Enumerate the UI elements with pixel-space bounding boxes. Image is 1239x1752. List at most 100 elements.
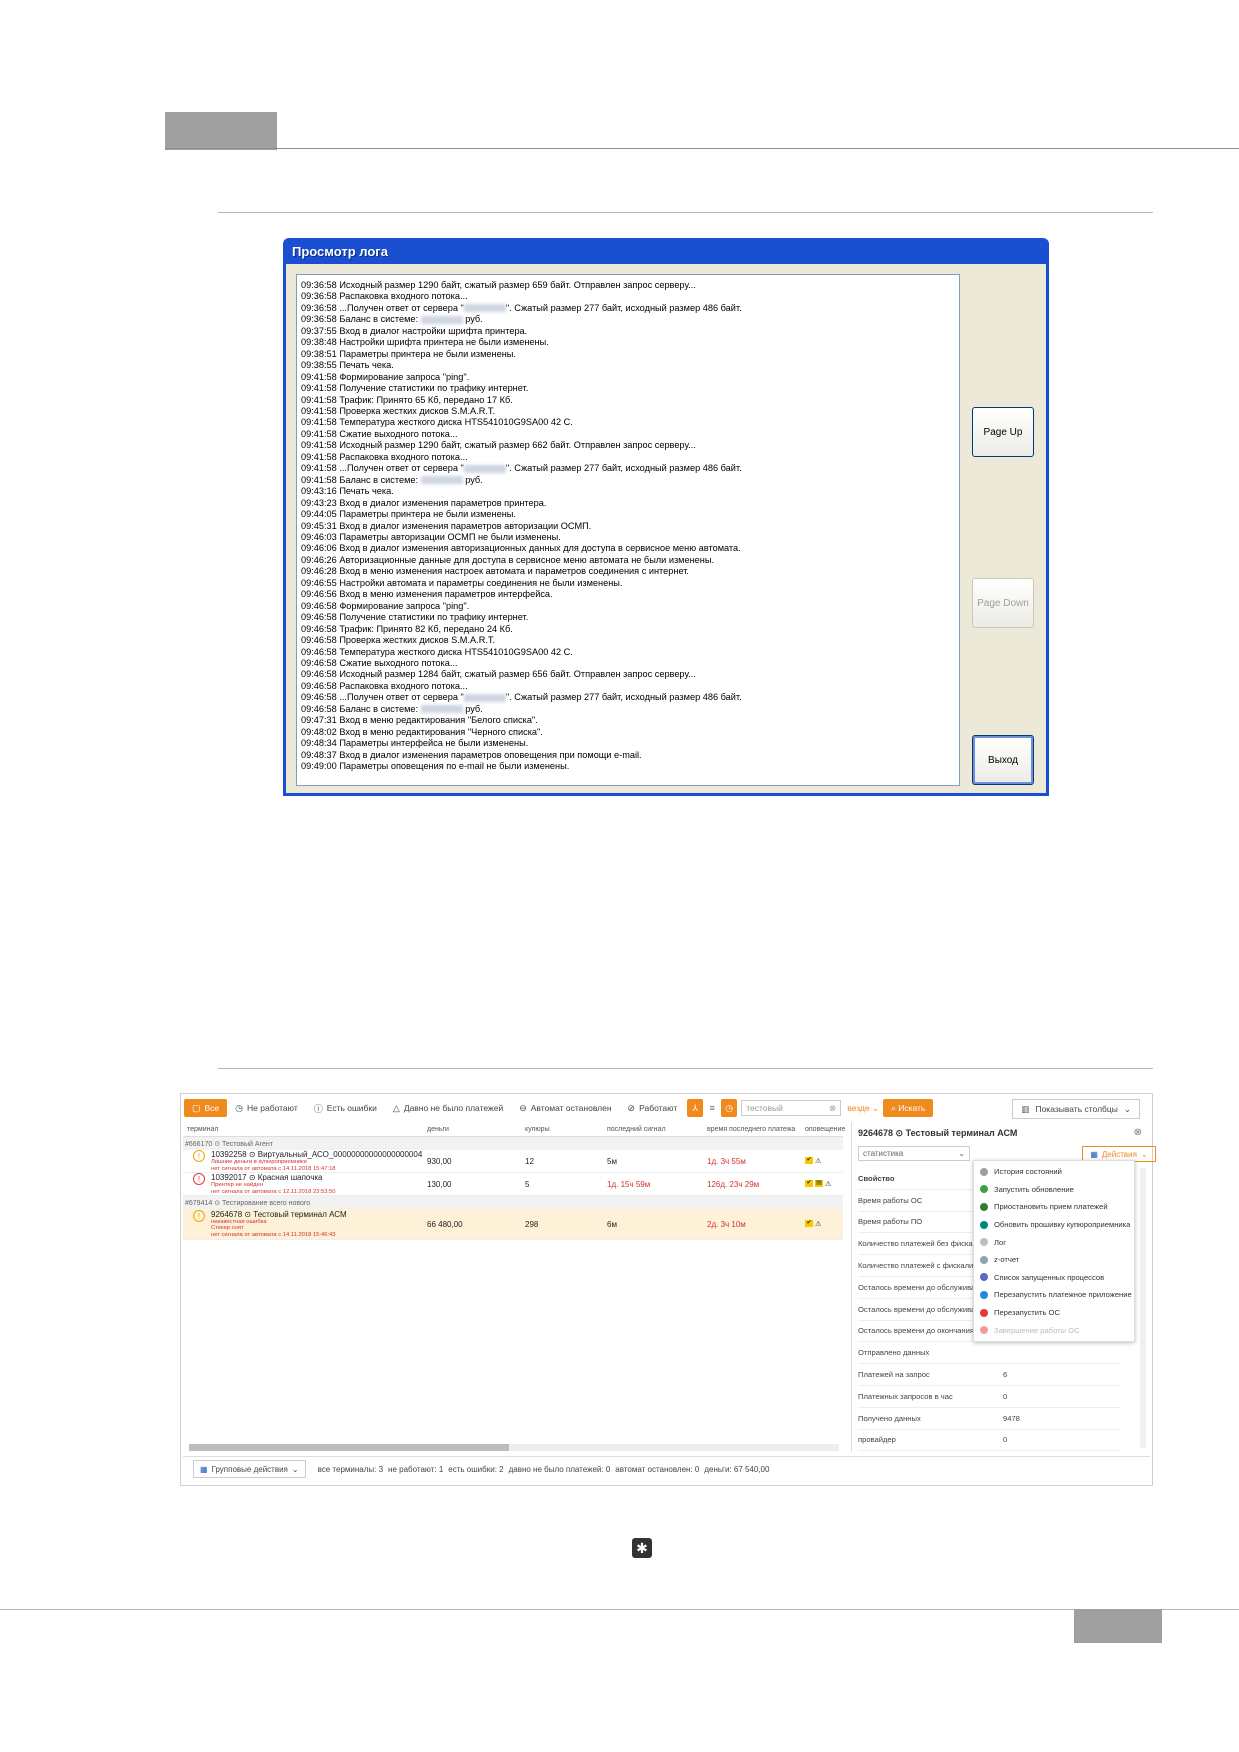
filter-label: Не работают <box>247 1103 298 1113</box>
column-header[interactable]: терминал <box>183 1126 423 1133</box>
terminal-error: нет сигнала от автомата с 12.11.2018 23:… <box>211 1188 336 1195</box>
page-up-button[interactable]: Page Up <box>972 407 1034 457</box>
column-header[interactable]: последний сигнал <box>603 1126 703 1133</box>
filter-no-payments-button[interactable]: △ Давно не было платежей <box>385 1099 511 1117</box>
group-actions-button[interactable]: ▦ Групповые действия ⌄ <box>193 1460 306 1478</box>
clock-filter-icon[interactable]: ◷ <box>721 1099 738 1117</box>
redacted-value <box>463 693 506 702</box>
filter-errors-button[interactable]: ⓘ Есть ошибки <box>306 1099 385 1117</box>
menu-item[interactable]: Завершение работы ОС <box>974 1321 1134 1339</box>
log-line: 09:41:58 Распаковка входного потока... <box>301 452 955 463</box>
close-icon[interactable]: ⊗ <box>1134 1127 1142 1138</box>
log-line: 09:46:58 Формирование запроса "ping". <box>301 601 955 612</box>
menu-item[interactable]: Перезапустить платежное приложение <box>974 1286 1134 1304</box>
footer-block <box>1074 1609 1162 1643</box>
actions-icon: ▦ <box>1090 1149 1098 1159</box>
log-line: 09:37:55 Вход в диалог настройки шрифта … <box>301 326 955 337</box>
last-payment-cell: 1д. 3ч 55м <box>707 1156 746 1166</box>
log-text: 09:36:58 Исходный размер 1290 байт, сжат… <box>301 280 696 290</box>
tree-view-icon[interactable]: ⅄ <box>687 1099 704 1117</box>
filter-stopped-button[interactable]: ⊖ Автомат остановлен <box>511 1099 619 1117</box>
log-line: 09:38:51 Параметры принтера не были изме… <box>301 349 955 360</box>
property-row: Получено данных 9478 <box>858 1408 1120 1430</box>
column-header[interactable]: оповещение <box>801 1126 845 1133</box>
grid-header: терминал деньги купюры последний сигнал … <box>183 1122 845 1137</box>
stat-money: деньги: 67 540,00 <box>704 1464 770 1474</box>
menu-item-icon <box>980 1167 988 1176</box>
menu-item[interactable]: История состояний <box>974 1163 1134 1181</box>
group-actions-label: Групповые действия <box>211 1464 288 1474</box>
log-text: 09:46:58 Температура жесткого диска HTS5… <box>301 646 573 657</box>
log-line: 09:46:55 Настройки автомата и параметры … <box>301 578 955 589</box>
table-row-selected[interactable]: ! 9264678 ⊙ Тестовый терминал АСМ неизве… <box>183 1209 843 1240</box>
log-text: 09:45:31 Вход в диалог изменения парамет… <box>301 520 592 531</box>
log-text: 09:41:58 Формирование запроса "ping". <box>301 371 470 382</box>
group-header[interactable]: #679414 ⊙ Тестирование всего нового <box>183 1196 843 1209</box>
menu-item[interactable]: Лог <box>974 1233 1134 1251</box>
show-columns-button[interactable]: ▥ Показывать столбцы ⌄ <box>1012 1099 1140 1119</box>
money-cell: 66 480,00 <box>427 1219 463 1229</box>
log-text: 09:46:58 Баланс в системе: <box>301 703 421 714</box>
log-line: 09:41:58 Баланс в системе: руб. <box>301 475 955 486</box>
group-header[interactable]: #666170 ⊙ Тестовый Агент <box>183 1137 843 1150</box>
log-text: 09:49:00 Параметры оповещения по e-mail … <box>301 761 570 772</box>
search-button[interactable]: ⌕ Искать <box>883 1099 934 1117</box>
log-text: 09:38:55 Печать чека. <box>301 360 394 371</box>
actions-label: Действия <box>1101 1149 1137 1159</box>
menu-item[interactable]: Запустить обновление <box>974 1181 1134 1199</box>
vertical-scrollbar[interactable] <box>1140 1168 1146 1448</box>
status-bar: ▦ Групповые действия ⌄ все терминалы: 3 не… <box>183 1456 1150 1481</box>
log-text-area[interactable]: 09:36:58 Исходный размер 1290 байт, сжат… <box>296 274 960 786</box>
log-text: 09:46:58 Проверка жестких дисков S.M.A.R… <box>301 635 496 646</box>
table-row[interactable]: ! 10392017 ⊙ Красная шапочка Принтер не … <box>183 1173 843 1196</box>
log-text: 09:36:58 ...Получен ответ от сервера " <box>301 302 464 313</box>
terminal-info: 9264678 ⊙ Тестовый терминал АСМ неизвест… <box>211 1210 347 1239</box>
search-input[interactable]: тестовый ⊗ <box>741 1100 842 1116</box>
log-line: 09:44:05 Параметры принтера не были изме… <box>301 509 955 520</box>
list-view-icon[interactable]: ≡ <box>705 1099 719 1117</box>
log-text: 09:41:58 Распаковка входного потока... <box>301 451 468 462</box>
menu-item[interactable]: Обновить прошивку купюроприемника <box>974 1216 1134 1234</box>
log-line: 09:41:58 Температура жесткого диска HTS5… <box>301 417 955 428</box>
table-row[interactable]: ! 10392258 ⊙ Виртуальный_АСО_00000000000… <box>183 1150 843 1173</box>
log-line: 09:46:56 Вход в меню изменения параметро… <box>301 589 955 600</box>
stat-stopped: автомат остановлен: 0 <box>615 1464 700 1474</box>
log-line: 09:36:58 ...Получен ответ от сервера " ".… <box>301 303 955 314</box>
menu-item-icon <box>980 1273 988 1282</box>
terminal-cell: ! 10392017 ⊙ Красная шапочка Принтер не … <box>183 1173 423 1195</box>
filter-not-working-button[interactable]: ◷ Не работают <box>227 1099 306 1117</box>
log-line: 09:38:55 Печать чека. <box>301 360 955 371</box>
menu-item[interactable]: z-отчет <box>974 1251 1134 1269</box>
exit-button[interactable]: Выход <box>972 735 1034 785</box>
filter-all-button[interactable]: ▢ Все <box>184 1099 228 1117</box>
log-line: 09:46:58 ...Получен ответ от сервера " ".… <box>301 692 955 703</box>
page-down-button[interactable]: Page Down <box>972 578 1034 628</box>
terminal-name[interactable]: 10392017 ⊙ Красная шапочка <box>211 1173 336 1182</box>
menu-item[interactable]: Приостановить прием платежей <box>974 1198 1134 1216</box>
menu-item-label: Приостановить прием платежей <box>994 1202 1108 1212</box>
property-value: 9478 <box>1003 1413 1020 1423</box>
search-scope-label: везде <box>847 1102 870 1113</box>
column-header[interactable]: время последнего платежа <box>703 1126 801 1133</box>
menu-item[interactable]: Перезапустить ОС <box>974 1304 1134 1322</box>
menu-item[interactable]: Список запущенных процессов <box>974 1269 1134 1287</box>
log-line: 09:46:58 Исходный размер 1284 байт, сжат… <box>301 669 955 680</box>
filter-working-button[interactable]: ⊘ Работают <box>620 1099 686 1117</box>
log-line: 09:43:23 Вход в диалог изменения парамет… <box>301 498 955 509</box>
horizontal-scrollbar[interactable] <box>189 1444 839 1451</box>
log-line: 09:46:58 Температура жесткого диска HTS5… <box>301 647 955 658</box>
log-text: 09:41:58 Баланс в системе: <box>301 474 421 485</box>
log-line: 09:36:58 Баланс в системе: руб. <box>301 314 955 325</box>
alert-flags: ✔ ⚠ <box>801 1157 843 1165</box>
log-text: 09:46:58 Формирование запроса "ping". <box>301 600 470 611</box>
column-header[interactable]: купюры <box>521 1126 603 1133</box>
log-text: 09:36:58 Распаковка входного потока... <box>301 291 468 302</box>
search-scope-select[interactable]: везде ⌄ <box>847 1103 879 1114</box>
log-text: 09:41:58 ...Получен ответ от сервера " <box>301 463 464 474</box>
column-header[interactable]: деньги <box>423 1126 521 1133</box>
terminal-name[interactable]: 9264678 ⊙ Тестовый терминал АСМ <box>211 1210 347 1219</box>
terminal-name[interactable]: 10392258 ⊙ Виртуальный_АСО_0000000000000… <box>211 1150 422 1159</box>
details-view-select[interactable]: статистика ⌄ <box>858 1146 970 1161</box>
clear-icon[interactable]: ⊗ <box>829 1103 836 1114</box>
scrollbar-thumb[interactable] <box>189 1444 509 1451</box>
